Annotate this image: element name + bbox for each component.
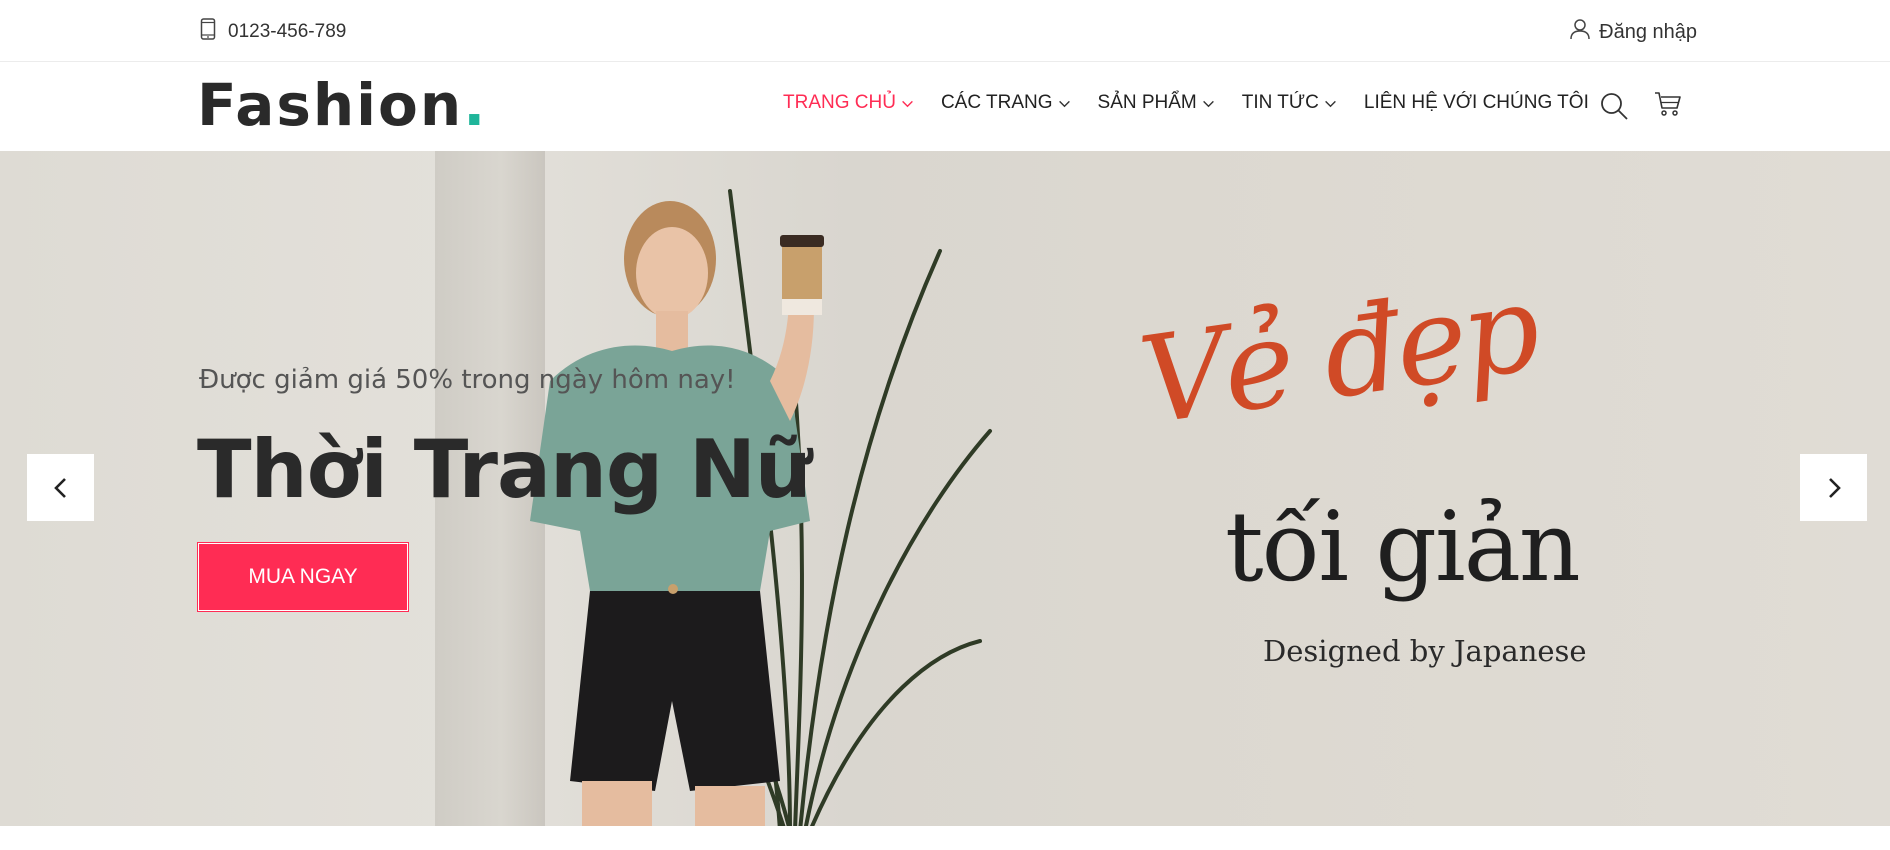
cart-icon [1655,92,1681,116]
search-button[interactable] [1597,89,1631,123]
login-link[interactable]: Đăng nhập [1569,18,1697,46]
hero-slider: Được giảm giá 50% trong ngày hôm nay! Th… [0,151,1890,826]
nav-item-products[interactable]: SẢN PHẨM [1098,92,1215,114]
hero-graphic-caption: Designed by Japanese [1263,634,1587,668]
logo[interactable]: Fashion. [197,76,487,134]
chevron-left-icon [53,477,66,498]
phone-number: 0123-456-789 [228,21,347,42]
nav-item-label: TRANG CHỦ [783,92,896,113]
chevron-right-icon [1828,477,1841,498]
nav-item-label: CÁC TRANG [940,92,1053,113]
nav-item-label: LIÊN HỆ VỚI CHÚNG TÔI [1363,92,1589,113]
slider-prev-button[interactable] [27,454,94,521]
nav-item-home[interactable]: TRANG CHỦ [783,92,914,114]
hero-title: Thời Trang Nữ [197,423,812,516]
slider-next-button[interactable] [1800,454,1867,521]
logo-dot: . [463,71,488,139]
logo-text: Fashion [197,71,464,139]
chevron-down-icon [1058,100,1070,107]
search-icon [1601,93,1628,120]
user-icon [1569,18,1591,46]
nav-item-news[interactable]: TIN TỨC [1242,92,1337,114]
chevron-down-icon [1325,100,1336,107]
chevron-down-icon [1202,100,1214,107]
phone-icon [200,18,216,46]
nav-item-label: SẢN PHẨM [1097,92,1197,113]
phone-contact[interactable]: 0123-456-789 [200,18,346,46]
hero-graphic-script-text: Vẻ đẹp [1132,259,1545,452]
nav-item-pages[interactable]: CÁC TRANG [941,92,1071,114]
main-nav: TRANG CHỦ CÁC TRANG SẢN PHẨM TIN TỨC LIÊ… [783,92,1615,114]
hero-graphic-main-text: tối giản [1225,491,1581,603]
main-header: Fashion. TRANG CHỦ CÁC TRANG SẢN PHẨM TI… [0,62,1890,151]
shop-now-button[interactable]: MUA NGAY [197,542,409,612]
nav-item-label: TIN TỨC [1241,92,1319,113]
top-bar: 0123-456-789 Đăng nhập [0,0,1890,62]
cart-button[interactable] [1651,87,1685,121]
hero-subtitle: Được giảm giá 50% trong ngày hôm nay! [199,365,736,395]
chevron-down-icon [902,100,913,107]
login-label: Đăng nhập [1599,20,1697,43]
nav-item-contact[interactable]: LIÊN HỆ VỚI CHÚNG TÔI [1364,92,1589,114]
